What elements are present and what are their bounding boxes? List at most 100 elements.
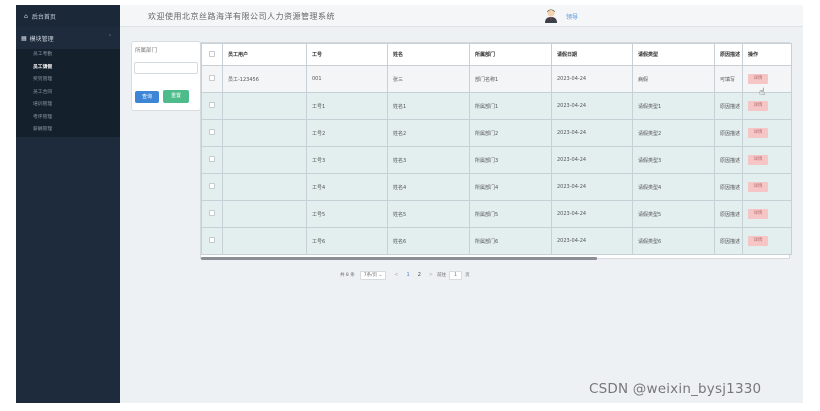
page-number[interactable]: 2	[418, 272, 421, 278]
next-page-button[interactable]: >	[429, 272, 433, 278]
sidebar-item-rewards[interactable]: 奖罚管理	[16, 74, 120, 87]
table-row: 工号5 姓名5 所属部门5 2023-04-24 请假类型5 原因描述 详情	[201, 200, 792, 228]
table-row: 工号4 姓名4 所属部门4 2023-04-24 请假类型4 原因描述 详情	[201, 173, 792, 201]
column-header: 员工用户	[222, 43, 307, 66]
column-header: 工号	[306, 43, 388, 66]
detail-button[interactable]: 详情	[748, 209, 768, 219]
sidebar-item-evaluation[interactable]: 考评管理	[16, 112, 120, 125]
table-cell-name: 姓名2	[387, 119, 470, 147]
table-cell-type: 请假类型3	[632, 146, 715, 174]
home-icon: ⌂	[24, 12, 28, 20]
table-cell-dept: 部门名称1	[469, 65, 552, 93]
table-cell-user	[222, 146, 307, 174]
prev-page-button[interactable]: <	[394, 272, 398, 278]
row-select-cell	[201, 227, 223, 255]
table-cell-name: 姓名4	[387, 173, 470, 201]
table-cell-dept: 所属部门5	[469, 200, 552, 228]
table-cell-reason: 原因描述	[714, 200, 743, 228]
sidebar-home[interactable]: ⌂ 后台首页	[16, 5, 120, 27]
avatar[interactable]	[544, 8, 558, 23]
table-cell-reason: 原因描述	[714, 173, 743, 201]
table-cell-user	[222, 173, 307, 201]
sidebar-home-label: 后台首页	[31, 13, 56, 21]
table-cell-user	[222, 200, 307, 228]
row-checkbox[interactable]	[209, 75, 215, 81]
detail-button[interactable]: 详情	[748, 155, 768, 165]
row-checkbox[interactable]	[209, 183, 215, 189]
sidebar-group-modules[interactable]: ▦ 模块管理 ⌃	[16, 27, 120, 49]
table-cell-action: 详情	[742, 65, 792, 93]
page-size-value: 7条/页	[363, 272, 378, 278]
table-cell-id: 工号5	[306, 200, 388, 228]
sidebar-item-training[interactable]: 培训管理	[16, 99, 120, 112]
row-select-cell	[201, 173, 223, 201]
detail-button[interactable]: 详情	[748, 128, 768, 138]
table-cell-date: 2023-04-24	[551, 119, 633, 147]
table-cell-date: 2023-04-24	[551, 92, 633, 120]
horizontal-scrollbar[interactable]	[201, 257, 597, 260]
chevron-down-icon: ⌄	[378, 272, 383, 278]
select-all-checkbox[interactable]	[209, 50, 215, 57]
top-header: 欢迎使用北京丝路海洋有限公司人力资源管理系统 领导	[120, 5, 803, 27]
row-checkbox[interactable]	[209, 237, 215, 243]
row-checkbox[interactable]	[209, 210, 215, 216]
table-cell-type: 请假类型1	[632, 92, 715, 120]
row-select-cell	[201, 92, 223, 120]
column-header: 原因描述	[714, 43, 743, 66]
table-cell-date: 2023-04-24	[551, 200, 633, 228]
table-cell-dept: 所属部门4	[469, 173, 552, 201]
sidebar-item-salary[interactable]: 薪酬管理	[16, 124, 120, 137]
dept-filter-input[interactable]	[134, 62, 198, 74]
row-checkbox[interactable]	[209, 156, 215, 162]
detail-button[interactable]: 详情	[748, 74, 768, 84]
column-header: 请假日期	[551, 43, 633, 66]
detail-button[interactable]: 详情	[748, 182, 768, 192]
sidebar-item-contracts[interactable]: 员工合同	[16, 87, 120, 100]
table-cell-reason: 原因描述	[714, 146, 743, 174]
goto-unit: 页	[465, 273, 470, 278]
table-cell-reason: 原因描述	[714, 92, 743, 120]
table-cell-name: 张三	[387, 65, 470, 93]
select-all-cell	[201, 43, 223, 66]
main-content: 所属部门 查询 重置 员工用户 工号 姓名 所属部门 请假日期 请假类型 原因描…	[120, 27, 803, 403]
row-checkbox[interactable]	[209, 102, 215, 108]
page-number[interactable]: 1	[407, 272, 410, 278]
table-cell-type: 病假	[632, 65, 715, 93]
table-cell-name: 姓名5	[387, 200, 470, 228]
sidebar-item-leave[interactable]: 员工请假	[16, 61, 120, 74]
table-cell-dept: 所属部门1	[469, 92, 552, 120]
table-cell-id: 工号1	[306, 92, 388, 120]
reset-button[interactable]: 重置	[163, 90, 189, 103]
dept-filter-label: 所属部门	[135, 48, 158, 54]
detail-button[interactable]: 详情	[748, 236, 768, 246]
table-cell-action: 详情	[742, 146, 792, 174]
query-button[interactable]: 查询	[135, 91, 159, 103]
table-cell-name: 姓名6	[387, 227, 470, 255]
column-header: 操作	[742, 43, 792, 66]
leave-table: 员工用户 工号 姓名 所属部门 请假日期 请假类型 原因描述 操作 员工-123…	[200, 42, 792, 260]
table-cell-user	[222, 92, 307, 120]
table-cell-reason: 可填写	[714, 65, 743, 93]
row-select-cell	[201, 146, 223, 174]
grid-icon: ▦	[21, 34, 27, 42]
table-cell-name: 姓名1	[387, 92, 470, 120]
app-frame: ⌂ 后台首页 ▦ 模块管理 ⌃ 员工考勤 员工请假 奖罚管理 员工合同 培训管理…	[16, 5, 803, 403]
table-cell-id: 001	[306, 65, 388, 93]
table-cell-id: 工号6	[306, 227, 388, 255]
detail-button[interactable]: 详情	[748, 101, 768, 111]
table-cell-reason: 原因描述	[714, 227, 743, 255]
table-cell-reason: 原因描述	[714, 119, 743, 147]
table-cell-action: 详情	[742, 119, 792, 147]
goto-page-input[interactable]: 1	[449, 270, 463, 280]
page-size-select[interactable]: 7条/页 ⌄	[359, 270, 387, 280]
table-header-row: 员工用户 工号 姓名 所属部门 请假日期 请假类型 原因描述 操作	[201, 43, 792, 66]
table-row: 工号3 姓名3 所属部门3 2023-04-24 请假类型3 原因描述 详情	[201, 146, 792, 174]
user-role[interactable]: 领导	[566, 12, 578, 21]
row-checkbox[interactable]	[209, 129, 215, 135]
total-count: 共 8 条	[340, 273, 355, 278]
table-cell-action: 详情	[742, 173, 792, 201]
sidebar-item-attendance[interactable]: 员工考勤	[16, 49, 120, 62]
table-cell-type: 请假类型4	[632, 173, 715, 201]
table-cell-dept: 所属部门3	[469, 146, 552, 174]
column-header: 所属部门	[469, 43, 552, 66]
